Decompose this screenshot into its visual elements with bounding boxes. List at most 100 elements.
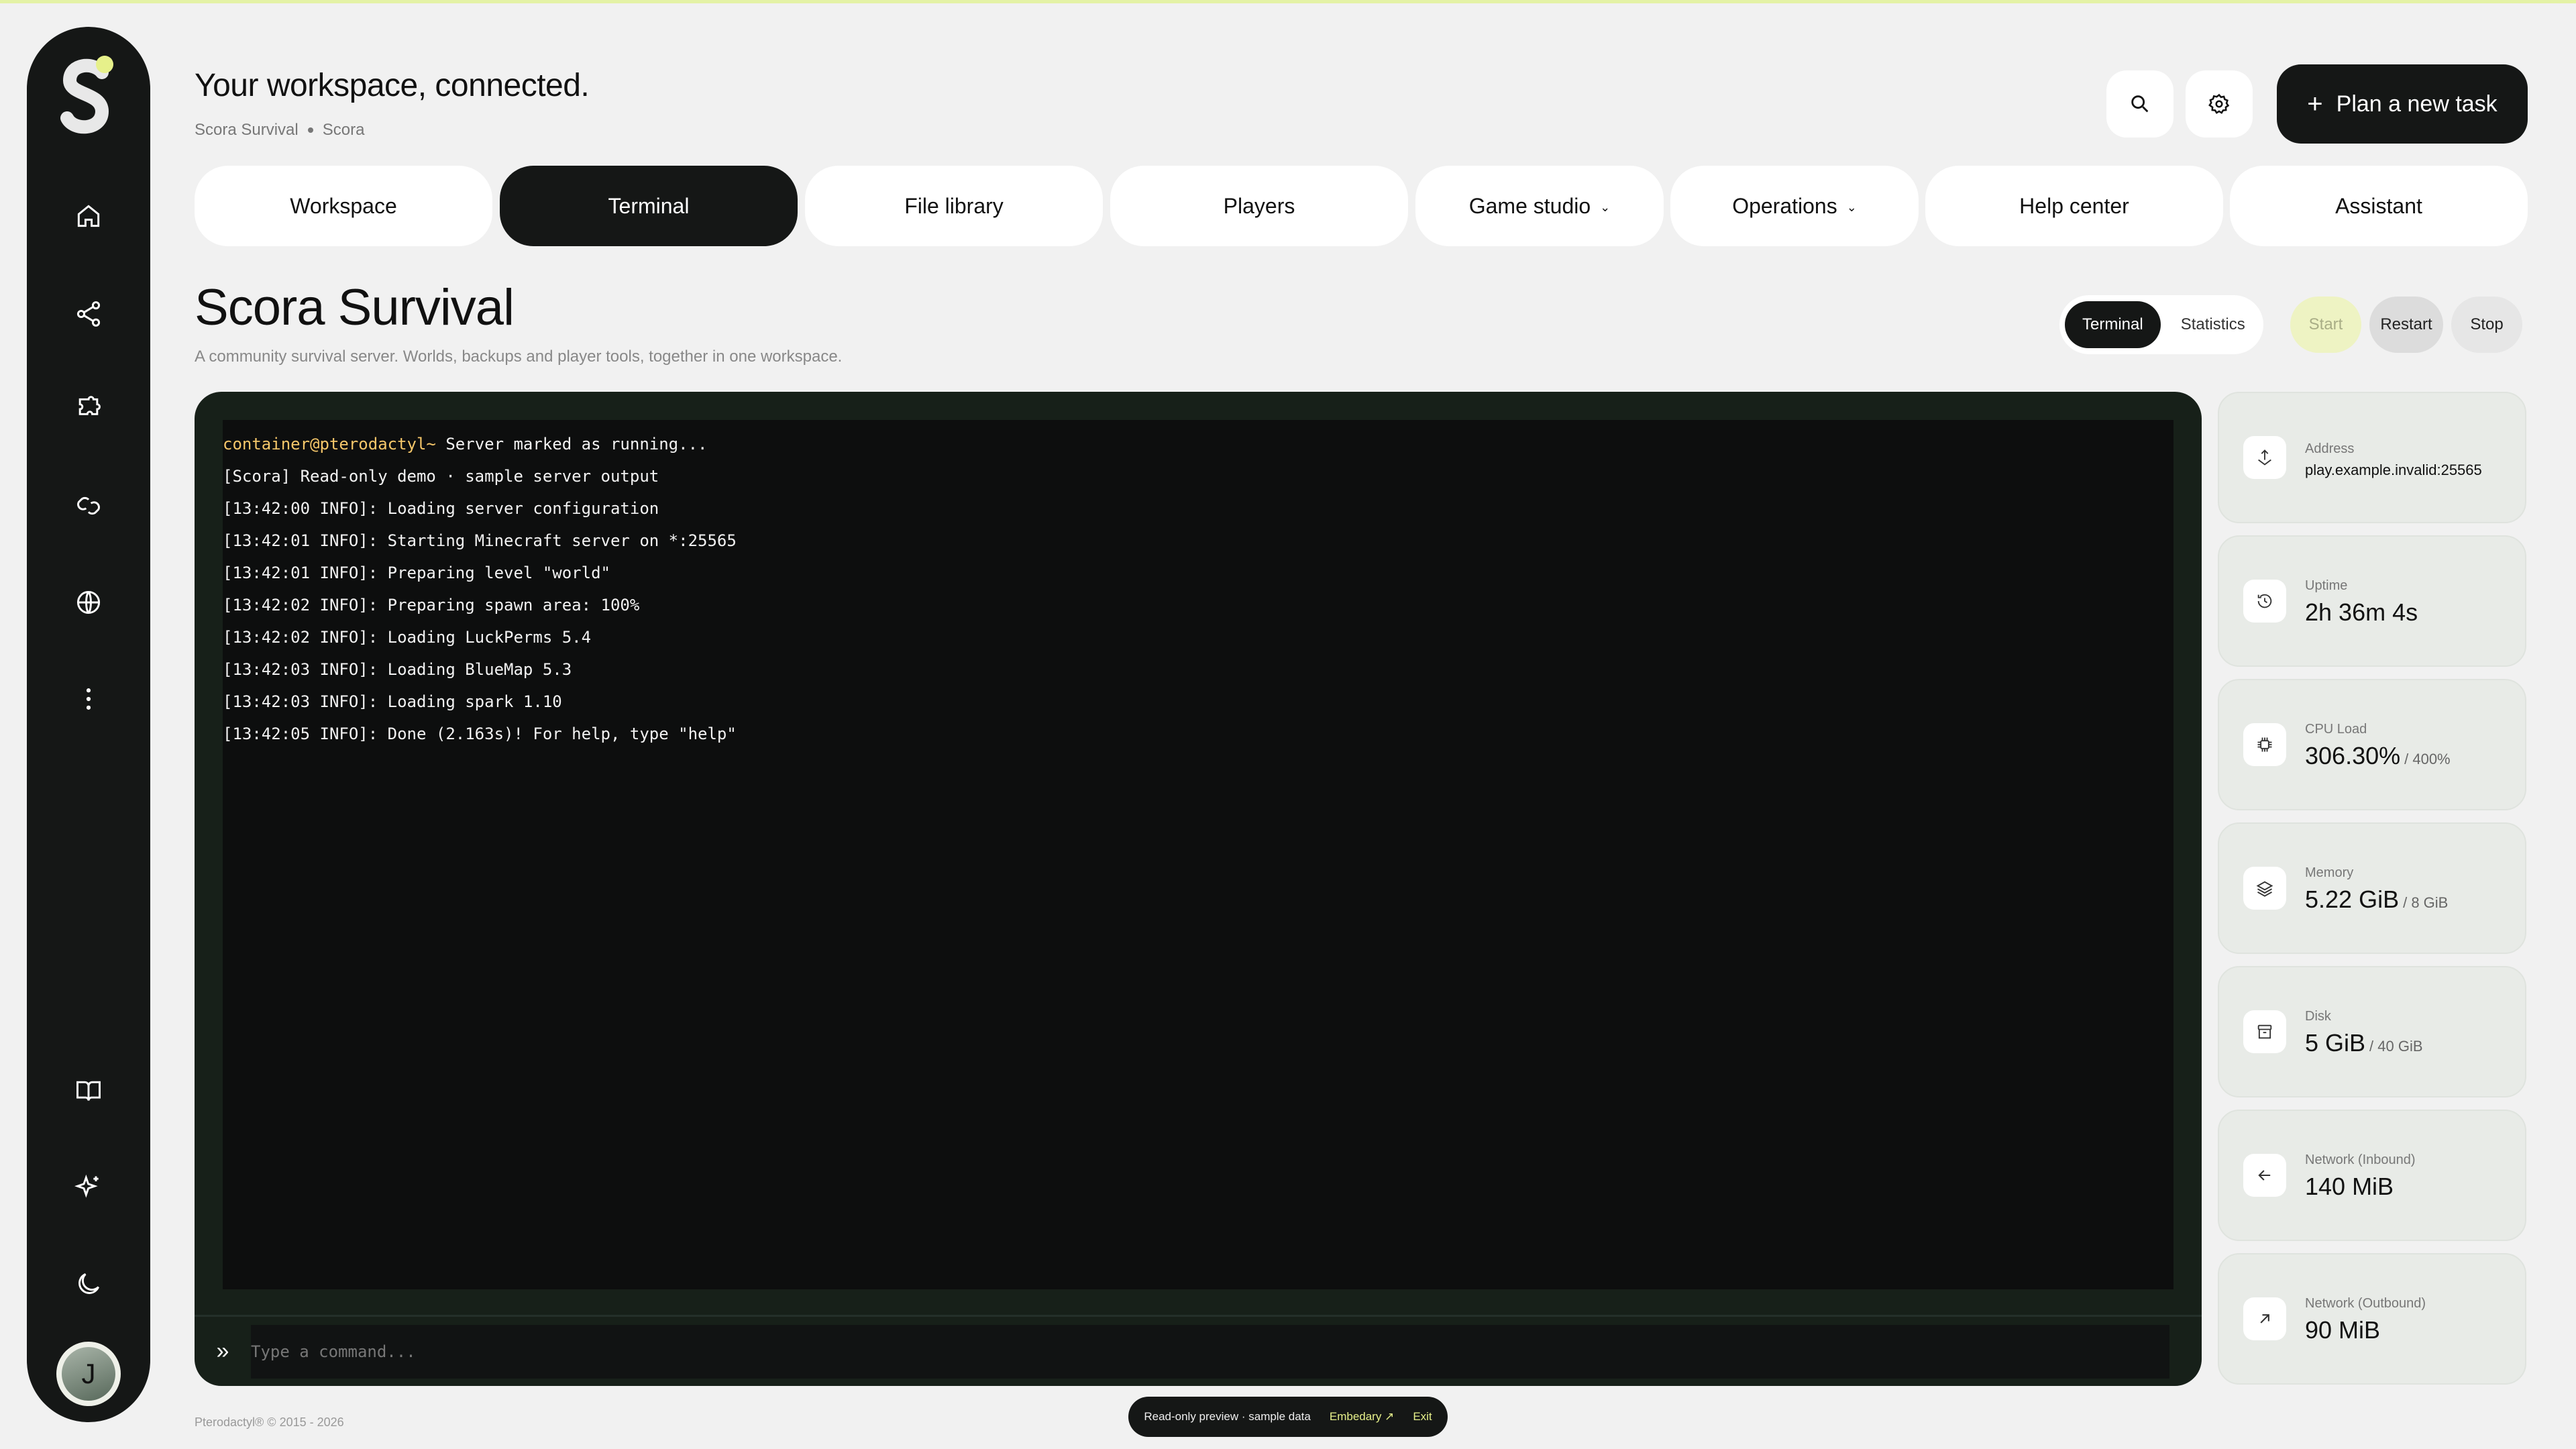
- avatar[interactable]: J: [56, 1342, 121, 1406]
- stat-card-address: Address play.example.invalid:25565: [2218, 392, 2526, 523]
- terminal-output[interactable]: container@pterodactyl~ Server marked as …: [223, 420, 2174, 1289]
- arrow-left-icon: [2243, 1154, 2286, 1197]
- preview-banner: Read-only preview · sample data Embedary…: [1128, 1397, 1448, 1437]
- arrow-up-right-icon: [2243, 1297, 2286, 1340]
- stat-label: Address: [2305, 441, 2355, 456]
- stat-value: 306.30%: [2305, 742, 2401, 769]
- terminal-prompt-line: container@pterodactyl~ Server marked as …: [223, 428, 2174, 460]
- log-line: [13:42:02 INFO]: Preparing spawn area: 1…: [223, 596, 640, 614]
- sidebar-item-share[interactable]: [55, 280, 122, 347]
- view-statistics-button[interactable]: Statistics: [2163, 301, 2263, 348]
- home-icon: [77, 205, 100, 227]
- top-accent-line: [0, 0, 2576, 3]
- preview-link[interactable]: Embedary ↗: [1330, 1410, 1394, 1424]
- stat-card-cpu: CPU Load 306.30%/ 400%: [2218, 679, 2526, 810]
- chevron-down-icon: ⌄: [1600, 200, 1611, 214]
- tab-label: Players: [1223, 193, 1295, 218]
- breadcrumb: Scora Survival Scora: [195, 121, 364, 140]
- logo-icon: [60, 56, 113, 134]
- stat-value[interactable]: play.example.invalid:25565: [2305, 462, 2482, 479]
- stat-value: 90 MiB: [2305, 1316, 2381, 1344]
- stat-label: Network (Outbound): [2305, 1296, 2426, 1311]
- log-line: [13:42:05 INFO]: Done (2.163s)! For help…: [223, 724, 737, 743]
- prompt-text: Server marked as running...: [435, 435, 708, 453]
- address-icon: [2243, 436, 2286, 479]
- tab-label: Workspace: [290, 193, 397, 218]
- stat-label: Uptime: [2305, 578, 2348, 593]
- stat-max: / 400%: [2404, 751, 2451, 767]
- stat-label: Disk: [2305, 1009, 2331, 1024]
- log-line: [13:42:02 INFO]: Loading LuckPerms 5.4: [223, 628, 592, 647]
- command-input[interactable]: [251, 1324, 2169, 1379]
- preview-text: Read-only preview · sample data: [1144, 1410, 1311, 1423]
- tab-file-library[interactable]: File library: [805, 166, 1103, 246]
- chevron-down-icon: ⌄: [1846, 200, 1857, 214]
- globe-icon: [76, 590, 101, 614]
- stat-value: 140 MiB: [2305, 1173, 2394, 1200]
- log-line: [13:42:00 INFO]: Loading server configur…: [223, 499, 659, 518]
- breadcrumb-item[interactable]: Scora Survival: [195, 121, 299, 140]
- tab-label: Help center: [2019, 193, 2129, 218]
- tab-workspace[interactable]: Workspace: [195, 166, 492, 246]
- avatar-initial: J: [62, 1347, 115, 1401]
- tab-game-studio[interactable]: Game studio ⌄: [1415, 166, 1664, 246]
- copyright: Pterodactyl® © 2015 - 2026: [195, 1415, 344, 1429]
- sidebar: J: [27, 27, 150, 1422]
- breadcrumb-item[interactable]: Scora: [323, 121, 365, 140]
- stat-card-disk: Disk 5 GiB/ 40 GiB: [2218, 966, 2526, 1097]
- stat-value: 2h 36m 4s: [2305, 598, 2418, 626]
- sidebar-item-plugins[interactable]: [55, 376, 122, 443]
- start-button[interactable]: Start: [2290, 297, 2361, 353]
- terminal-panel: container@pterodactyl~ Server marked as …: [195, 392, 2202, 1386]
- stat-card-network-inbound: Network (Inbound) 140 MiB: [2218, 1110, 2526, 1241]
- tab-label: Game studio: [1468, 193, 1591, 218]
- tab-assistant[interactable]: Assistant: [2230, 166, 2528, 246]
- search-button[interactable]: [2106, 70, 2174, 138]
- stat-value: 5.22 GiB: [2305, 885, 2400, 913]
- tab-terminal[interactable]: Terminal: [500, 166, 798, 246]
- share-icon: [76, 301, 101, 327]
- restart-button[interactable]: Restart: [2369, 297, 2443, 353]
- stat-value-wrap: 5.22 GiB/ 8 GiB: [2305, 885, 2448, 914]
- tab-help-center[interactable]: Help center: [1925, 166, 2223, 246]
- sidebar-item-links[interactable]: [55, 472, 122, 539]
- stat-value-wrap: 5 GiB/ 40 GiB: [2305, 1029, 2423, 1057]
- server-description: A community survival server. Worlds, bac…: [195, 347, 843, 366]
- plan-new-task-button[interactable]: + Plan a new task: [2277, 64, 2528, 144]
- cpu-icon: [2243, 723, 2286, 766]
- archive-icon: [2243, 1010, 2286, 1053]
- tab-operations[interactable]: Operations ⌄: [1670, 166, 1919, 246]
- log-line: [13:42:03 INFO]: Loading BlueMap 5.3: [223, 660, 572, 679]
- plan-new-task-label: Plan a new task: [2336, 91, 2498, 117]
- sidebar-item-more[interactable]: [55, 665, 122, 733]
- sparkles-icon: [74, 1174, 99, 1198]
- sidebar-item-network[interactable]: [55, 569, 122, 636]
- moon-icon: [78, 1273, 100, 1294]
- stop-button[interactable]: Stop: [2451, 297, 2522, 353]
- gear-icon: [2208, 93, 2230, 114]
- search-icon: [2131, 95, 2149, 113]
- tab-label: Assistant: [2335, 193, 2422, 218]
- sidebar-item-docs[interactable]: [55, 1057, 122, 1124]
- server-title: Scora Survival: [195, 279, 515, 336]
- sidebar-item-theme[interactable]: [55, 1250, 122, 1318]
- view-terminal-button[interactable]: Terminal: [2065, 301, 2161, 348]
- sidebar-item-home[interactable]: [55, 182, 122, 250]
- settings-button[interactable]: [2186, 70, 2253, 138]
- page-heading: Your workspace, connected.: [195, 68, 590, 103]
- more-icon: [86, 688, 91, 710]
- stat-label: Memory: [2305, 865, 2354, 880]
- stat-value-wrap: 306.30%/ 400%: [2305, 742, 2451, 770]
- tab-players[interactable]: Players: [1110, 166, 1408, 246]
- plus-icon: +: [2307, 89, 2323, 119]
- book-icon: [76, 1081, 101, 1101]
- link-icon: [77, 496, 100, 515]
- prompt-user: container@pterodactyl~: [223, 435, 436, 453]
- exit-link[interactable]: Exit: [1413, 1410, 1432, 1424]
- stat-max: / 8 GiB: [2403, 894, 2449, 911]
- stat-card-network-outbound: Network (Outbound) 90 MiB: [2218, 1253, 2526, 1385]
- sidebar-item-ai[interactable]: [55, 1154, 122, 1221]
- stat-label: CPU Load: [2305, 722, 2367, 737]
- layers-icon: [2243, 867, 2286, 910]
- log-line: [13:42:01 INFO]: Starting Minecraft serv…: [223, 531, 737, 550]
